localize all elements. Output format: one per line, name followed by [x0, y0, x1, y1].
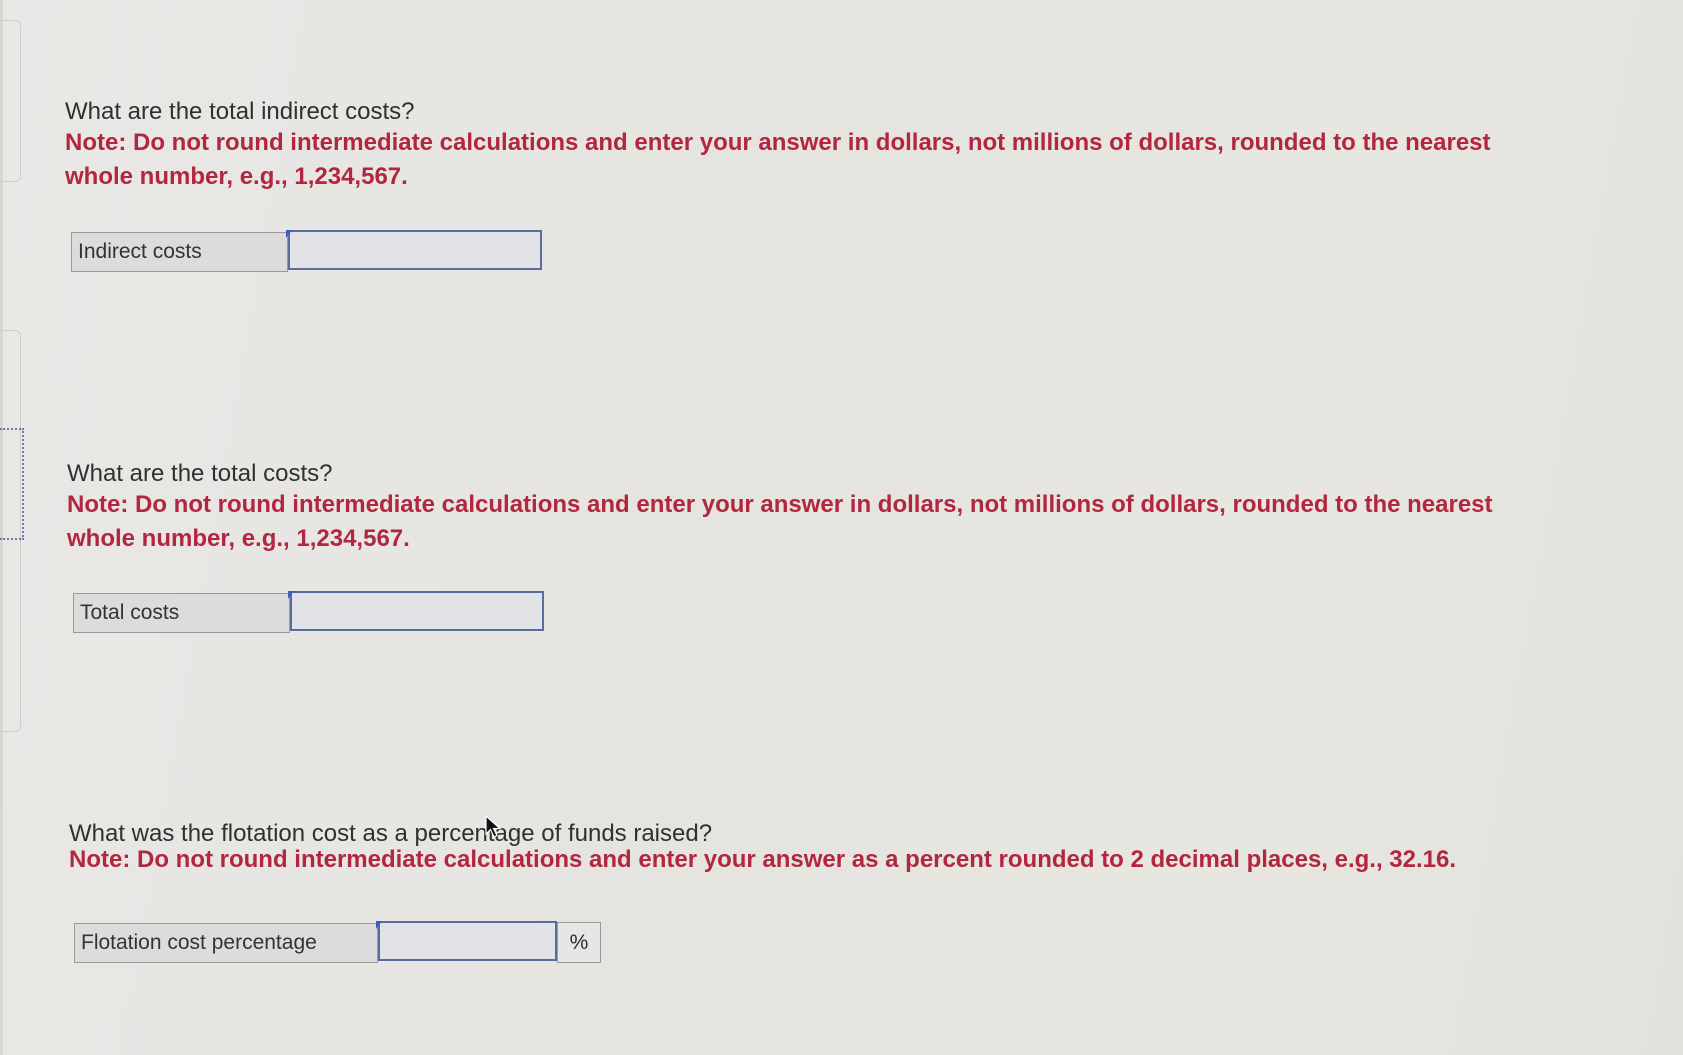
total-costs-input-wrapper — [288, 591, 544, 633]
note-line-2: whole number, e.g., 1,234,567. — [67, 525, 410, 552]
note-line-1: Note: Do not round intermediate calculat… — [67, 491, 1493, 518]
question-note: Note: Do not round intermediate calculat… — [69, 843, 1599, 877]
question-note: Note: Do not round intermediate calculat… — [67, 488, 1597, 556]
side-panel-frame-top — [0, 20, 21, 182]
total-costs-input[interactable] — [290, 591, 544, 631]
indirect-costs-field-row: Indirect costs — [71, 230, 542, 272]
total-costs-label: Total costs — [73, 593, 290, 633]
question-text: What are the total indirect costs? — [65, 98, 415, 125]
note-line-1: Note: Do not round intermediate calculat… — [65, 129, 1491, 156]
percent-unit-label: % — [557, 922, 601, 963]
indirect-costs-input-wrapper — [286, 230, 542, 272]
side-focus-outline — [0, 428, 24, 540]
note-line-1: Note: Do not round intermediate calculat… — [69, 846, 1457, 873]
flotation-cost-input-wrapper — [376, 921, 557, 963]
mouse-pointer-icon — [485, 815, 502, 838]
indirect-costs-input[interactable] — [288, 230, 542, 270]
indirect-costs-label: Indirect costs — [71, 232, 288, 272]
flotation-cost-label: Flotation cost percentage — [74, 923, 378, 963]
flotation-cost-input[interactable] — [378, 921, 557, 961]
flotation-cost-field-row: Flotation cost percentage % — [74, 921, 601, 963]
question-text: What are the total costs? — [67, 460, 333, 487]
question-note: Note: Do not round intermediate calculat… — [65, 126, 1595, 194]
total-costs-field-row: Total costs — [73, 591, 544, 633]
note-line-2: whole number, e.g., 1,234,567. — [65, 163, 408, 190]
